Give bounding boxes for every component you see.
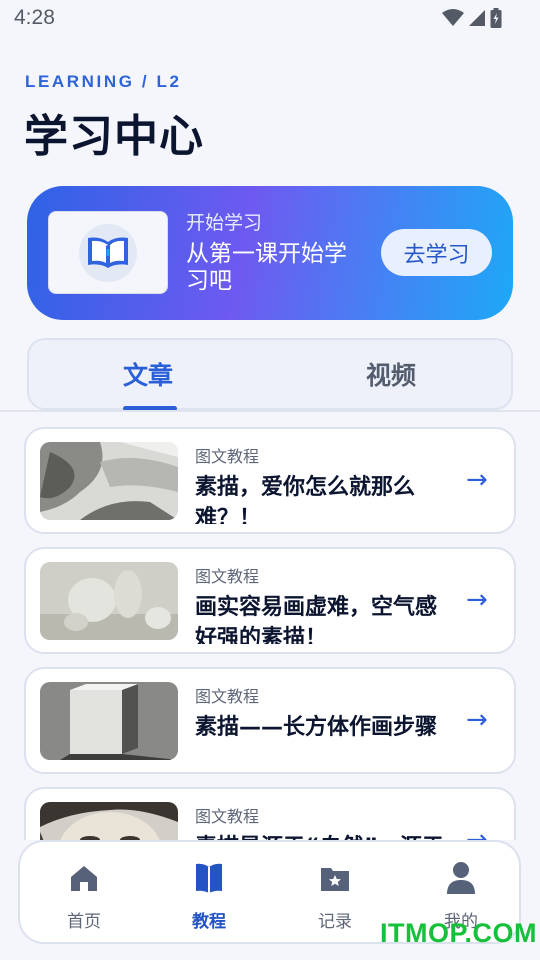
article-tag: 图文教程 <box>195 567 260 586</box>
article-tag: 图文教程 <box>195 447 260 466</box>
hero-icon-circle <box>79 223 137 282</box>
nav-records-label: 记录 <box>318 912 352 932</box>
page-kicker: LEARNING / L2 <box>25 72 182 91</box>
article-thumbnail <box>40 682 178 760</box>
article-card[interactable]: 图文教程 画实容易画虚难，空气感好强的素描！ → <box>24 547 516 654</box>
battery-icon <box>490 8 502 28</box>
open-book-icon <box>88 237 128 268</box>
hero-subtitle: 从第一课开始学习吧 <box>186 241 347 294</box>
go-learn-button[interactable]: 去学习 <box>381 229 492 276</box>
article-list[interactable]: 图文教程 素描，爱你怎么就那么难？！ → 图文教程 画实容易画虚难，空气感好强的… <box>0 412 540 840</box>
article-title: 素描是源于“自然”，源于 <box>195 832 457 840</box>
cell-signal-icon <box>469 10 485 26</box>
nav-home[interactable]: 首页 <box>44 860 124 932</box>
status-icons <box>442 8 502 28</box>
article-tag: 图文教程 <box>195 807 260 826</box>
article-title: 素描，爱你怎么就那么难？！ <box>195 475 416 524</box>
start-learning-card[interactable]: 开始学习 从第一课开始学习吧 去学习 <box>27 186 513 320</box>
home-icon <box>71 866 97 891</box>
tab-videos[interactable]: 视频 <box>366 356 416 392</box>
tab-articles[interactable]: 文章 <box>123 356 173 392</box>
article-thumbnail <box>40 442 178 520</box>
nav-tutorials-label: 教程 <box>192 912 226 932</box>
arrow-right-icon: → <box>466 465 488 495</box>
nav-tutorials[interactable]: 教程 <box>169 860 249 932</box>
nav-home-label: 首页 <box>67 912 101 932</box>
book-icon <box>196 863 222 893</box>
article-card[interactable]: 图文教程 素描是源于“自然”，源于 → <box>24 787 516 840</box>
article-card[interactable]: 图文教程 素描，爱你怎么就那么难？！ → <box>24 427 516 534</box>
article-card[interactable]: 图文教程 素描——长方体作画步骤 → <box>24 667 516 774</box>
arrow-right-icon: → <box>466 825 488 840</box>
content-tabs: 文章 视频 <box>27 338 513 411</box>
article-tag: 图文教程 <box>195 687 260 706</box>
page-title: 学习中心 <box>24 111 204 162</box>
nav-records[interactable]: 记录 <box>295 860 375 932</box>
hero-kicker: 开始学习 <box>186 212 263 234</box>
article-title: 画实容易画虚难，空气感好强的素描！ <box>195 595 438 644</box>
wifi-icon <box>442 9 464 26</box>
arrow-right-icon: → <box>466 585 488 615</box>
folder-star-icon <box>321 868 349 891</box>
status-time: 4:28 <box>14 6 55 29</box>
user-icon <box>447 862 475 894</box>
site-watermark: ITMOP.COM <box>380 918 538 948</box>
status-bar: 4:28 <box>0 0 540 40</box>
article-title: 素描——长方体作画步骤 <box>195 715 438 740</box>
arrow-right-icon: → <box>466 705 488 735</box>
hero-thumbnail <box>48 211 168 294</box>
article-thumbnail <box>40 802 178 840</box>
article-thumbnail <box>40 562 178 640</box>
